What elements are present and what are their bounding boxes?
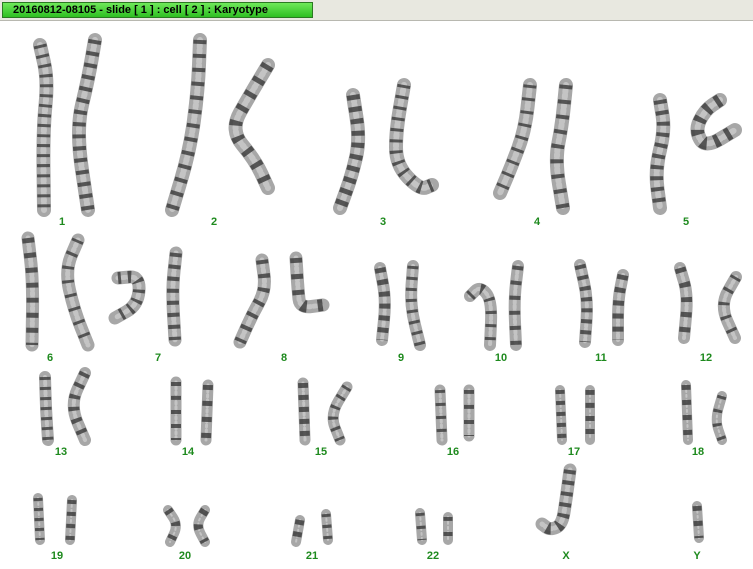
window-title-tab[interactable]: 20160812-08105 - slide [ 1 ] : cell [ 2 … — [2, 2, 313, 18]
chromosome-15[interactable] — [297, 377, 353, 446]
chromosome-label-14: 14 — [182, 446, 195, 458]
chromosome-19[interactable] — [33, 493, 77, 545]
chromosome-y[interactable] — [692, 501, 704, 543]
chromosome-4[interactable] — [493, 78, 573, 215]
chromosome-label-15: 15 — [315, 446, 327, 458]
chromosome-6[interactable] — [21, 231, 95, 352]
chromosome-label-2: 2 — [211, 216, 217, 228]
chromosome-label-10: 10 — [495, 352, 507, 364]
chromosome-8[interactable] — [233, 251, 330, 349]
chromosome-14[interactable] — [170, 376, 214, 446]
chromosome-1[interactable] — [33, 33, 102, 217]
chromosome-label-18: 18 — [692, 446, 704, 458]
chromosome-label-19: 19 — [51, 550, 63, 562]
chromosome-17[interactable] — [555, 385, 595, 445]
chromosome-label-x: X — [562, 550, 570, 562]
chromosome-21[interactable] — [291, 509, 333, 547]
title-bar: 20160812-08105 - slide [ 1 ] : cell [ 2 … — [0, 0, 753, 21]
chromosome-22[interactable] — [415, 508, 453, 545]
chromosome-label-9: 9 — [398, 352, 404, 364]
chromosome-label-12: 12 — [700, 352, 712, 364]
chromosome-label-21: 21 — [306, 550, 318, 562]
chromosome-label-6: 6 — [47, 352, 53, 364]
chromosome-18[interactable] — [681, 380, 727, 445]
window-title: 20160812-08105 - slide [ 1 ] : cell [ 2 … — [13, 4, 268, 16]
chromosome-label-16: 16 — [447, 446, 459, 458]
chromosome-label-11: 11 — [595, 352, 607, 364]
chromosome-16[interactable] — [434, 384, 475, 446]
chromosome-10[interactable] — [464, 260, 524, 351]
chromosome-label-3: 3 — [380, 216, 386, 228]
chromosome-label-5: 5 — [683, 216, 689, 228]
chromosome-label-22: 22 — [427, 550, 439, 562]
karyotype-canvas: 1 2 3 4 56 7 8 9 10 11 1213 14 15 16 17 1819 20 21 22 X Y — [21, 33, 742, 562]
chromosome-label-17: 17 — [568, 446, 580, 458]
chromosome-x[interactable] — [535, 463, 577, 536]
chromosome-2[interactable] — [165, 33, 275, 217]
chromosome-12[interactable] — [674, 262, 742, 344]
chromosome-label-1: 1 — [59, 216, 65, 228]
chromosome-label-8: 8 — [281, 352, 287, 364]
chromatid — [327, 381, 353, 446]
chromosome-label-13: 13 — [55, 446, 67, 458]
chromosome-label-20: 20 — [179, 550, 191, 562]
chromosome-3[interactable] — [333, 78, 439, 215]
chromosome-5[interactable] — [649, 93, 742, 215]
chromosome-label-7: 7 — [155, 352, 161, 364]
chromosome-bands — [72, 38, 102, 211]
chromosome-7[interactable] — [108, 246, 183, 347]
chromosome-13[interactable] — [39, 367, 91, 446]
chromosome-20[interactable] — [163, 505, 210, 547]
chromosome-9[interactable] — [374, 260, 426, 351]
chromosome-11[interactable] — [574, 259, 629, 348]
chromosome-label-4: 4 — [534, 216, 541, 228]
chromosome-label-y: Y — [693, 550, 701, 562]
